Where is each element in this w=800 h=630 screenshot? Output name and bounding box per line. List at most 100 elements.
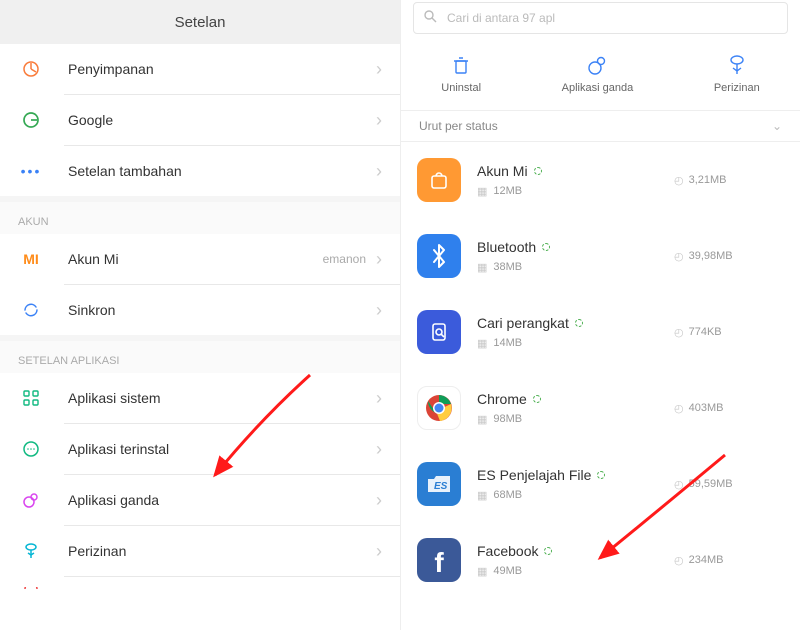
search-placeholder: Cari di antara 97 apl (447, 11, 555, 25)
settings-item-permissions[interactable]: Perizinan › (0, 526, 400, 576)
app-icon (417, 234, 461, 278)
settings-item-sync[interactable]: Sinkron › (0, 285, 400, 335)
dual-apps-icon (18, 491, 44, 509)
settings-item-additional[interactable]: ••• Setelan tambahan › (0, 146, 400, 196)
app-storage: 59,59MB (689, 478, 733, 490)
dual-icon (586, 54, 608, 76)
app-icon (417, 386, 461, 430)
action-permissions[interactable]: Perizinan (714, 54, 760, 94)
app-icon (417, 310, 461, 354)
app-name: Bluetooth (477, 239, 536, 255)
settings-title: Setelan (0, 0, 400, 44)
chevron-right-icon: › (376, 249, 382, 270)
apps-icon (18, 440, 44, 458)
app-storage: 403MB (689, 402, 724, 414)
storage-icon: ◴ (674, 554, 684, 567)
app-icon: f (417, 538, 461, 582)
search-icon (424, 10, 437, 26)
misc-icon (18, 587, 44, 597)
section-account: AKUN (0, 202, 400, 234)
chevron-right-icon: › (376, 388, 382, 409)
row-label: Perizinan (68, 543, 376, 559)
chevron-down-icon: ⌄ (772, 119, 782, 133)
spinner-icon (533, 395, 541, 403)
action-dual-apps[interactable]: Aplikasi ganda (562, 54, 634, 94)
app-row-chrome[interactable]: Chrome ▦98MB ◴403MB (401, 370, 800, 446)
mi-icon: MI (18, 251, 44, 267)
row-label: Penyimpanan (68, 61, 376, 77)
app-row-facebook[interactable]: f Facebook ▦49MB ◴234MB (401, 522, 800, 598)
app-name: Cari perangkat (477, 315, 569, 331)
app-name: Chrome (477, 391, 527, 407)
row-label: Aplikasi ganda (68, 492, 376, 508)
settings-item-dual-apps[interactable]: Aplikasi ganda › (0, 475, 400, 525)
row-label: Google (68, 112, 376, 128)
app-name: Akun Mi (477, 163, 528, 179)
chevron-right-icon: › (376, 541, 382, 562)
ram-icon: ▦ (477, 413, 487, 426)
row-detail: emanon (323, 252, 366, 266)
action-label: Aplikasi ganda (562, 82, 634, 94)
settings-item-more[interactable] (0, 577, 400, 607)
app-name: Facebook (477, 543, 538, 559)
chevron-right-icon: › (376, 59, 382, 80)
row-label: Aplikasi sistem (68, 390, 376, 406)
settings-item-mi-account[interactable]: MI Akun Mi emanon › (0, 234, 400, 284)
settings-item-system-apps[interactable]: Aplikasi sistem › (0, 373, 400, 423)
sort-label: Urut per status (419, 119, 498, 133)
sync-icon (18, 301, 44, 319)
apps-pane: Cari di antara 97 apl Uninstal Aplikasi … (400, 0, 800, 630)
chevron-right-icon: › (376, 490, 382, 511)
search-input[interactable]: Cari di antara 97 apl (413, 2, 788, 34)
spinner-icon (542, 243, 550, 251)
app-row-mi-account[interactable]: Akun Mi ▦ 12MB ◴ 3,21MB (401, 142, 800, 218)
row-label: Setelan tambahan (68, 163, 376, 179)
action-uninstall[interactable]: Uninstal (441, 54, 481, 94)
settings-pane: Setelan Penyimpanan › Google › ••• Setel… (0, 0, 400, 630)
app-storage: 234MB (689, 554, 724, 566)
storage-icon (18, 60, 44, 78)
ram-icon: ▦ (477, 261, 487, 274)
app-ram: 12MB (493, 185, 522, 197)
settings-item-storage[interactable]: Penyimpanan › (0, 44, 400, 94)
ram-icon: ▦ (477, 565, 487, 578)
chevron-right-icon: › (376, 439, 382, 460)
app-ram: 14MB (493, 337, 522, 349)
settings-item-google[interactable]: Google › (0, 95, 400, 145)
ram-icon: ▦ (477, 185, 487, 198)
settings-item-installed-apps[interactable]: Aplikasi terinstal › (0, 424, 400, 474)
spinner-icon (597, 471, 605, 479)
badge-icon (726, 54, 748, 76)
app-ram: 98MB (493, 413, 522, 425)
more-icon: ••• (18, 163, 44, 179)
ram-icon: ▦ (477, 489, 487, 502)
action-bar: Uninstal Aplikasi ganda Perizinan (401, 34, 800, 110)
app-ram: 68MB (493, 489, 522, 501)
spinner-icon (575, 319, 583, 327)
chevron-right-icon: › (376, 300, 382, 321)
chevron-right-icon: › (376, 161, 382, 182)
storage-icon: ◴ (674, 174, 684, 187)
app-row-find-device[interactable]: Cari perangkat ▦14MB ◴774KB (401, 294, 800, 370)
storage-icon: ◴ (674, 326, 684, 339)
trash-icon (450, 54, 472, 76)
row-label: Aplikasi terinstal (68, 441, 376, 457)
section-app-settings: SETELAN APLIKASI (0, 341, 400, 373)
row-label: Sinkron (68, 302, 376, 318)
app-name: ES Penjelajah File (477, 467, 591, 483)
spinner-icon (534, 167, 542, 175)
chevron-right-icon: › (376, 110, 382, 131)
app-icon (417, 158, 461, 202)
storage-icon: ◴ (674, 478, 684, 491)
app-storage: 3,21MB (689, 174, 727, 186)
action-label: Perizinan (714, 82, 760, 94)
row-label: Akun Mi (68, 251, 323, 267)
google-icon (18, 111, 44, 129)
sort-selector[interactable]: Urut per status ⌄ (401, 110, 800, 142)
permissions-icon (18, 542, 44, 560)
app-storage: 39,98MB (689, 250, 733, 262)
app-icon: ES (417, 462, 461, 506)
app-row-es-explorer[interactable]: ES ES Penjelajah File ▦ 68MB ◴ 59,59MB (401, 446, 800, 522)
spinner-icon (544, 547, 552, 555)
app-row-bluetooth[interactable]: Bluetooth ▦38MB ◴39,98MB (401, 218, 800, 294)
